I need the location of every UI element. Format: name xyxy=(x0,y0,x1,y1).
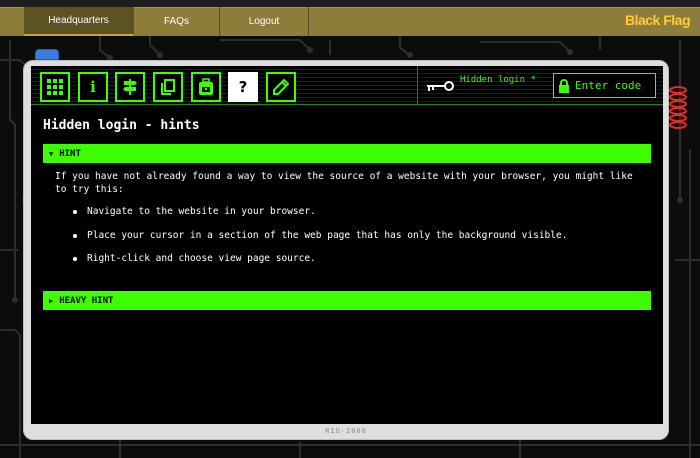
list-item: Navigate to the website in your browser. xyxy=(73,206,567,230)
help-icon: ? xyxy=(238,78,248,96)
hidden-login-link[interactable]: Hidden login * xyxy=(460,75,536,85)
hint-accordion-header[interactable]: ▼ HINT xyxy=(43,144,651,163)
toolbar-divider xyxy=(417,66,418,105)
hint-label: HINT xyxy=(59,148,81,159)
lock-icon xyxy=(559,78,569,93)
enter-code-label: Enter code xyxy=(575,79,642,92)
enter-code-button[interactable]: Enter code xyxy=(553,73,656,98)
heavy-hint-accordion-header[interactable]: ▶ HEAVY HINT xyxy=(43,291,651,310)
toolbar: i ? Hidden login * Enter code xyxy=(31,66,663,105)
info-button[interactable]: i xyxy=(78,72,108,102)
screen: i ? Hidden login * Enter code Hidden log… xyxy=(31,66,663,424)
pencil-button[interactable] xyxy=(266,72,296,102)
copy-icon xyxy=(161,79,175,95)
grid-icon xyxy=(47,79,63,95)
nav-item-headquarters[interactable]: Headquarters xyxy=(24,7,134,36)
info-icon: i xyxy=(90,78,96,96)
list-item: Right-click and choose view page source. xyxy=(73,253,567,277)
help-button[interactable]: ? xyxy=(228,72,258,102)
copy-button[interactable] xyxy=(153,72,183,102)
signpost-icon xyxy=(123,79,137,95)
coil-cable-icon xyxy=(669,86,687,129)
key-icon xyxy=(427,81,454,91)
hint-intro: If you have not already found a way to v… xyxy=(55,171,633,195)
nav-item-logout[interactable]: Logout xyxy=(220,7,309,36)
hint-steps: Navigate to the website in your browser.… xyxy=(73,206,567,277)
brand-logo: Black Flag xyxy=(624,12,691,28)
page-title: Hidden login - hints xyxy=(43,118,200,133)
grid-button[interactable] xyxy=(40,72,70,102)
backpack-icon xyxy=(199,78,213,95)
pencil-icon xyxy=(273,79,289,95)
nav-item-faqs[interactable]: FAQs xyxy=(134,7,220,36)
device-label: RIG-2000 xyxy=(325,427,367,435)
blue-led xyxy=(35,49,59,60)
list-item: Place your cursor in a section of the we… xyxy=(73,230,567,254)
backpack-button[interactable] xyxy=(191,72,221,102)
heavy-hint-label: HEAVY HINT xyxy=(59,295,114,306)
signpost-button[interactable] xyxy=(115,72,145,102)
triangle-right-icon: ▶ xyxy=(49,296,54,305)
triangle-down-icon: ▼ xyxy=(49,149,54,158)
